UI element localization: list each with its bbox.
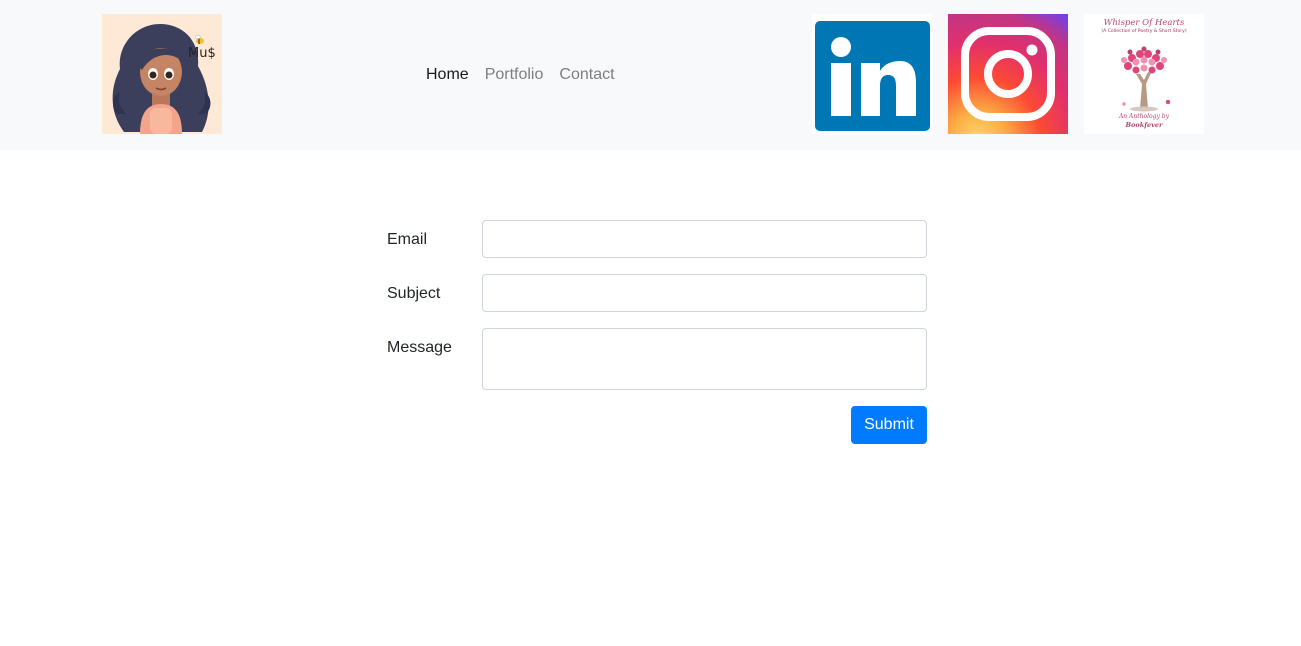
message-label: Message [387,339,452,356]
main-nav: Home Portfolio Contact [426,65,615,85]
book-subtitle: (A Collection of Poetry & Short Story) [1101,29,1187,34]
instagram-link[interactable] [948,14,1068,134]
instagram-icon [948,14,1068,134]
subject-field[interactable] [482,274,927,312]
message-row: Message [387,328,927,390]
book-cover-link[interactable]: Whisper Of Hearts (A Collection of Poetr… [1084,14,1204,134]
navbar: Mu$ Home Portfolio Contact Whisper Of He… [0,0,1301,150]
book-title: Whisper Of Hearts [1103,18,1185,28]
linkedin-link[interactable] [812,14,932,134]
book-byline-1: An Anthology by [1118,113,1170,120]
book-byline-2: Bookfever [1125,121,1163,129]
email-field[interactable] [482,220,927,258]
brand-logo[interactable]: Mu$ [102,14,222,134]
submit-button[interactable]: Submit [851,406,927,444]
avatar-illustration [102,14,222,134]
logo-text: Mu$ [188,46,216,61]
email-label: Email [387,231,428,248]
nav-home[interactable]: Home [426,65,469,85]
linkedin-icon [812,14,932,134]
nav-portfolio[interactable]: Portfolio [485,65,544,85]
subject-row: Subject [387,274,927,312]
nav-contact[interactable]: Contact [559,65,614,85]
message-field[interactable] [482,328,927,390]
email-row: Email [387,220,927,258]
subject-label: Subject [387,285,441,302]
